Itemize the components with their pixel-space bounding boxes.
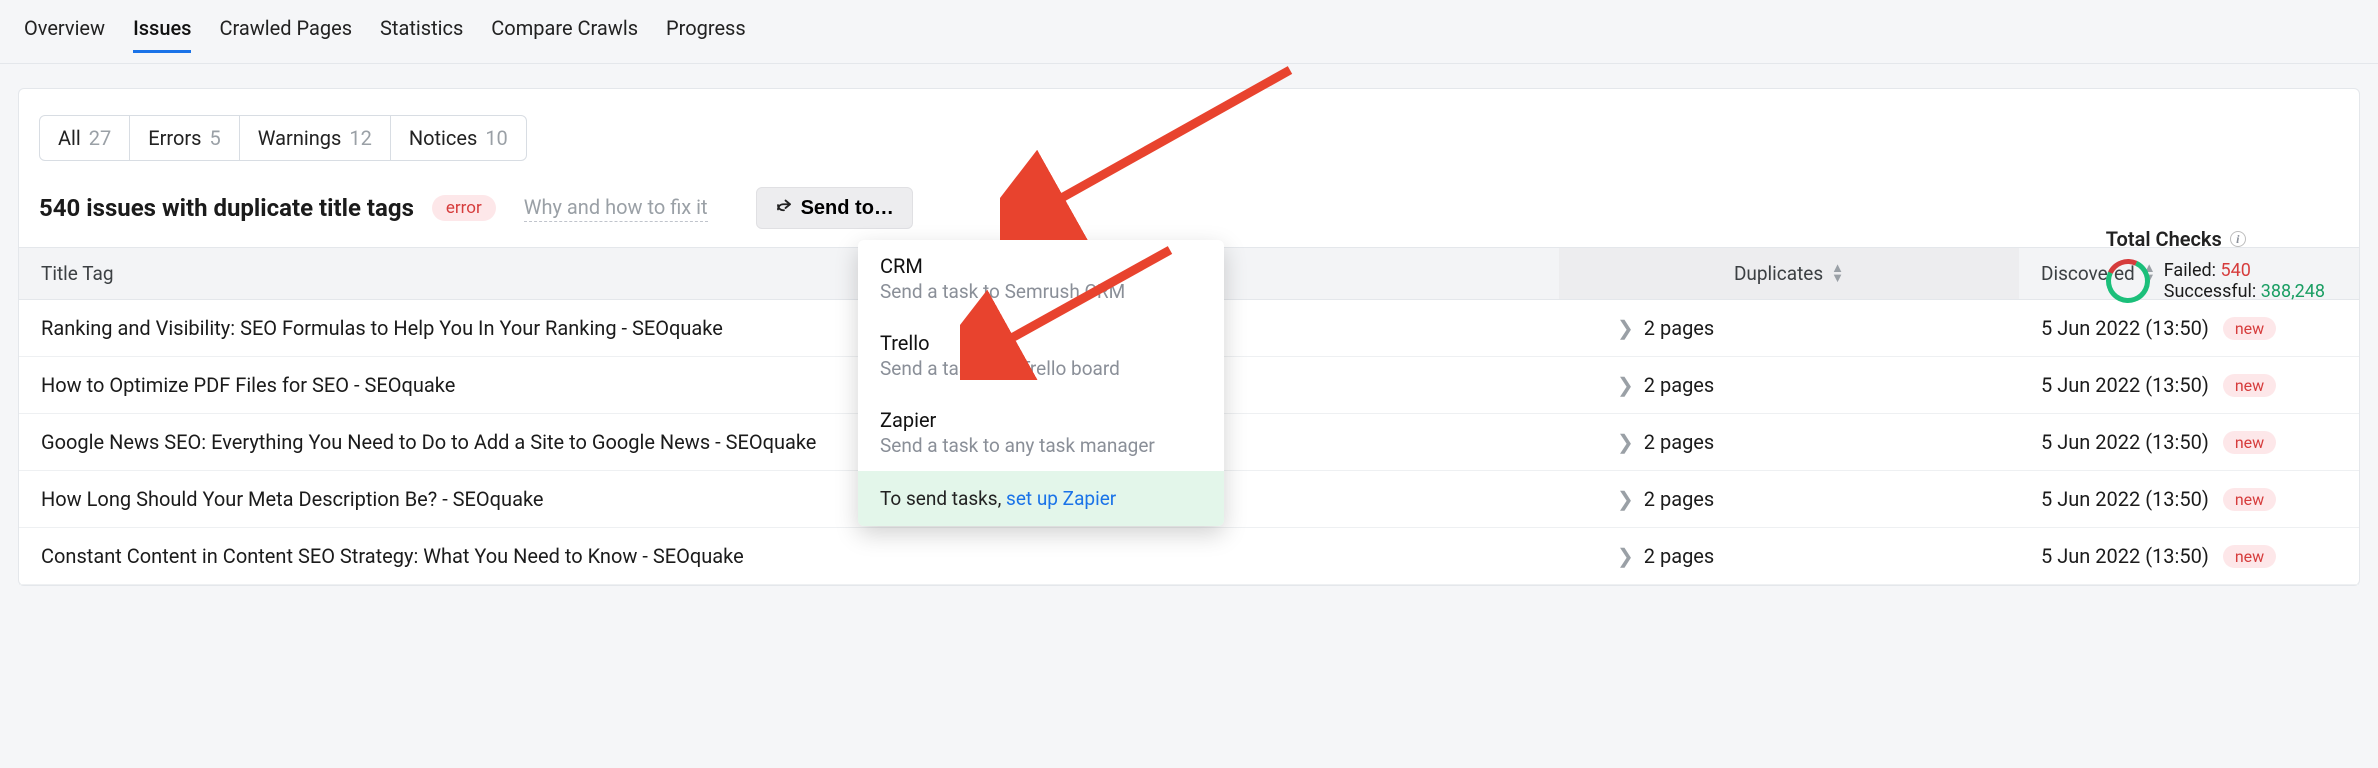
cell-title: Constant Content in Content SEO Strategy…: [19, 528, 1559, 584]
tab-progress[interactable]: Progress: [666, 10, 746, 53]
filter-count: 27: [89, 126, 111, 150]
issue-filters: All 27 Errors 5 Warnings 12 Notices 10: [39, 115, 527, 161]
col-duplicates-header[interactable]: Duplicates ▲▼: [1559, 248, 2019, 299]
error-badge: error: [432, 195, 496, 221]
new-badge: new: [2223, 545, 2276, 568]
setup-zapier-link[interactable]: set up Zapier: [1006, 487, 1116, 510]
cell-duplicates[interactable]: ❯ 2 pages: [1559, 357, 2019, 413]
dup-text: 2 pages: [1644, 544, 1714, 568]
filter-errors[interactable]: Errors 5: [130, 116, 239, 160]
filter-label: Errors: [148, 126, 201, 150]
tab-issues[interactable]: Issues: [133, 10, 191, 53]
cell-discovered: 5 Jun 2022 (13:50) new: [2019, 528, 2359, 584]
cell-duplicates[interactable]: ❯ 2 pages: [1559, 528, 2019, 584]
dropdown-item-title: Trello: [880, 331, 1202, 355]
info-icon[interactable]: i: [2230, 231, 2246, 247]
page-title: 540 issues with duplicate title tags: [39, 194, 414, 222]
dropdown-footer: To send tasks, set up Zapier: [858, 471, 1224, 526]
filter-label: All: [58, 126, 81, 150]
new-badge: new: [2223, 488, 2276, 511]
cell-title: Ranking and Visibility: SEO Formulas to …: [19, 300, 1559, 356]
filter-warnings[interactable]: Warnings 12: [240, 116, 391, 160]
totals-title-text: Total Checks: [2106, 227, 2222, 251]
filter-count: 12: [349, 126, 371, 150]
successful-label: Successful:: [2164, 281, 2261, 302]
disc-text: 5 Jun 2022 (13:50): [2041, 316, 2209, 340]
successful-value: 388,248: [2261, 281, 2325, 302]
send-to-button[interactable]: Send to…: [756, 187, 913, 229]
tab-statistics[interactable]: Statistics: [380, 10, 463, 53]
totals-title: Total Checks i: [2106, 227, 2325, 251]
failed-label: Failed:: [2164, 260, 2221, 281]
dup-text: 2 pages: [1644, 373, 1714, 397]
dropdown-item-trello[interactable]: Trello Send a task to a Trello board: [858, 317, 1224, 394]
new-badge: new: [2223, 374, 2276, 397]
cell-discovered: 5 Jun 2022 (13:50) new: [2019, 300, 2359, 356]
dropdown-item-sub: Send a task to a Trello board: [880, 357, 1202, 380]
tab-crawled-pages[interactable]: Crawled Pages: [219, 10, 352, 53]
share-icon: [775, 196, 793, 220]
failed-value: 540: [2221, 260, 2251, 281]
filter-label: Notices: [409, 126, 477, 150]
donut-chart-icon: [2100, 253, 2156, 309]
filter-all[interactable]: All 27: [40, 116, 130, 160]
cell-duplicates[interactable]: ❯ 2 pages: [1559, 471, 2019, 527]
disc-text: 5 Jun 2022 (13:50): [2041, 487, 2209, 511]
chevron-right-icon: ❯: [1617, 430, 1634, 454]
send-to-dropdown: CRM Send a task to Semrush CRM Trello Se…: [858, 240, 1224, 526]
chevron-right-icon: ❯: [1617, 487, 1634, 511]
dropdown-item-sub: Send a task to Semrush CRM: [880, 280, 1202, 303]
cell-duplicates[interactable]: ❯ 2 pages: [1559, 300, 2019, 356]
dropdown-item-crm[interactable]: CRM Send a task to Semrush CRM: [858, 240, 1224, 317]
chevron-right-icon: ❯: [1617, 316, 1634, 340]
dropdown-item-title: Zapier: [880, 408, 1202, 432]
disc-text: 5 Jun 2022 (13:50): [2041, 544, 2209, 568]
heading-row: 540 issues with duplicate title tags err…: [19, 187, 2359, 247]
filter-notices[interactable]: Notices 10: [391, 116, 526, 160]
totals-panel: Total Checks i Failed: 540 Successful: 3…: [2106, 227, 2325, 303]
chevron-right-icon: ❯: [1617, 544, 1634, 568]
new-badge: new: [2223, 317, 2276, 340]
dropdown-item-zapier[interactable]: Zapier Send a task to any task manager: [858, 394, 1224, 471]
dropdown-item-title: CRM: [880, 254, 1202, 278]
filter-count: 5: [210, 126, 221, 150]
col-title-header[interactable]: Title Tag: [19, 248, 1559, 299]
cell-title: How Long Should Your Meta Description Be…: [19, 471, 1559, 527]
filter-count: 10: [485, 126, 507, 150]
dup-text: 2 pages: [1644, 487, 1714, 511]
why-and-how-link[interactable]: Why and how to fix it: [524, 195, 708, 222]
sort-icon: ▲▼: [1831, 264, 1844, 284]
main-tabs: Overview Issues Crawled Pages Statistics…: [0, 0, 2378, 64]
new-badge: new: [2223, 431, 2276, 454]
send-to-label: Send to…: [801, 197, 894, 220]
chevron-right-icon: ❯: [1617, 373, 1634, 397]
cell-title: Google News SEO: Everything You Need to …: [19, 414, 1559, 470]
totals-lines: Failed: 540 Successful: 388,248: [2164, 260, 2325, 302]
cell-duplicates[interactable]: ❯ 2 pages: [1559, 414, 2019, 470]
cell-discovered: 5 Jun 2022 (13:50) new: [2019, 471, 2359, 527]
cell-discovered: 5 Jun 2022 (13:50) new: [2019, 357, 2359, 413]
disc-text: 5 Jun 2022 (13:50): [2041, 373, 2209, 397]
dropdown-item-sub: Send a task to any task manager: [880, 434, 1202, 457]
dup-text: 2 pages: [1644, 430, 1714, 454]
disc-text: 5 Jun 2022 (13:50): [2041, 430, 2209, 454]
dropdown-footer-text: To send tasks,: [880, 487, 1006, 510]
tab-overview[interactable]: Overview: [24, 10, 105, 53]
dup-text: 2 pages: [1644, 316, 1714, 340]
cell-discovered: 5 Jun 2022 (13:50) new: [2019, 414, 2359, 470]
col-title-text: Title Tag: [41, 262, 114, 285]
col-duplicates-text: Duplicates: [1734, 262, 1823, 285]
tab-compare-crawls[interactable]: Compare Crawls: [491, 10, 638, 53]
filter-label: Warnings: [258, 126, 342, 150]
cell-title: How to Optimize PDF Files for SEO - SEOq…: [19, 357, 1559, 413]
table-row[interactable]: Constant Content in Content SEO Strategy…: [19, 528, 2359, 585]
